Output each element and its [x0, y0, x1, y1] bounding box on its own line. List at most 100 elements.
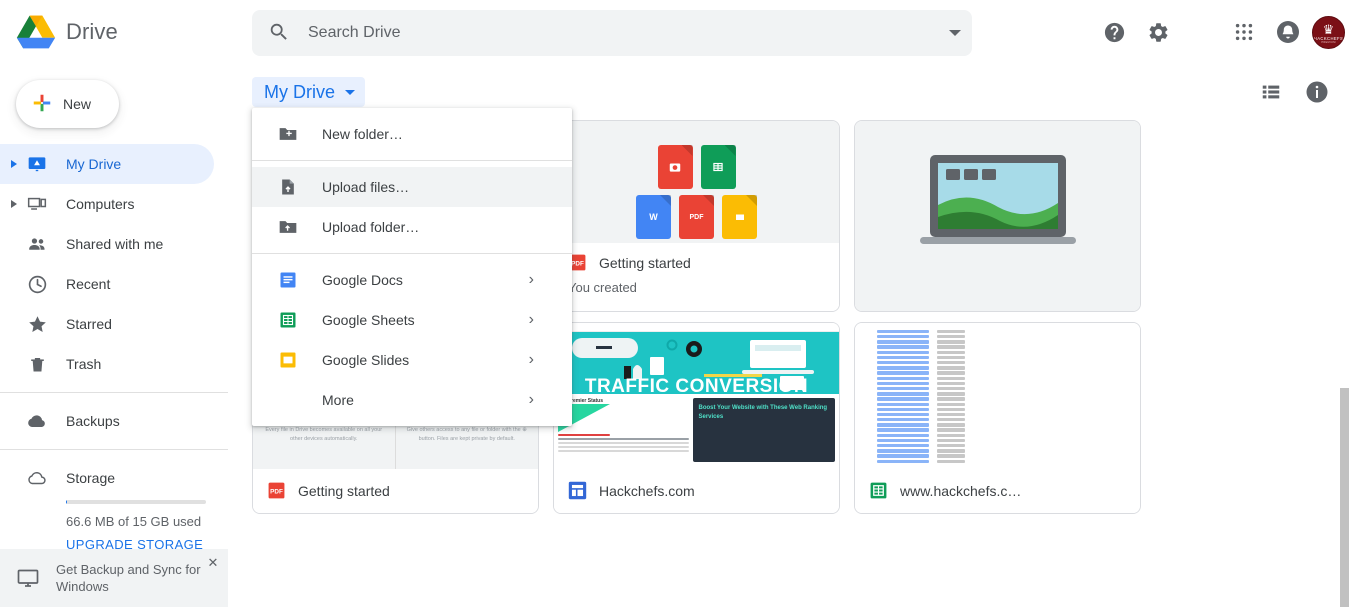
cloud-outline-icon	[24, 467, 50, 489]
google-apps-button[interactable]	[1224, 12, 1264, 52]
sidebar-item-backups[interactable]: Backups	[0, 401, 214, 441]
spreadsheet-link-cell	[877, 329, 929, 334]
spreadsheet-date-cell	[937, 412, 965, 417]
sidebar-item-my-drive[interactable]: My Drive	[0, 144, 214, 184]
new-button-label: New	[63, 96, 92, 112]
sidebar-item-computers[interactable]: Computers	[0, 184, 214, 224]
spreadsheet-link-cell	[877, 376, 929, 380]
file-card[interactable]: TRAFFIC CONVERSION Get Premier Status Bo…	[553, 322, 840, 514]
menu-item-upload-folder[interactable]: Upload folder…	[252, 207, 572, 247]
spreadsheet-link-cell	[877, 449, 929, 453]
sidebar-divider-1	[0, 392, 228, 393]
file-card-footer: PDF Getting started	[253, 469, 538, 513]
file-upload-icon	[276, 177, 300, 197]
scrollbar-thumb[interactable]	[1340, 388, 1349, 607]
sidebar-item-storage[interactable]: Storage	[0, 458, 214, 498]
settings-button[interactable]	[1138, 12, 1178, 52]
brand-title: Drive	[66, 19, 118, 44]
expand-arrow-icon[interactable]	[4, 200, 24, 208]
thumb-line	[558, 446, 689, 448]
spreadsheet-link-cell	[877, 454, 929, 458]
spreadsheet-link-cell	[877, 412, 929, 417]
pdf-icon: PDF	[267, 481, 286, 500]
menu-item-label: Google Sheets	[322, 312, 415, 328]
plus-icon	[31, 92, 53, 117]
spreadsheet-link-cell	[877, 423, 929, 427]
search-bar[interactable]	[252, 10, 972, 56]
close-icon[interactable]: ✕	[205, 554, 221, 570]
main-scrollbar[interactable]	[1338, 64, 1353, 607]
google-sheets-icon	[869, 481, 888, 500]
spreadsheet-link-cell	[877, 340, 929, 344]
menu-item-more[interactable]: More ›	[252, 380, 572, 420]
file-name: Hackchefs.com	[599, 482, 695, 499]
search-input[interactable]	[308, 24, 938, 42]
chevron-right-icon: ›	[528, 271, 534, 288]
thumb-left-col: Get Premier Status	[558, 398, 689, 462]
list-view-button[interactable]	[1251, 72, 1291, 112]
storage-progress-bar	[66, 500, 206, 504]
menu-item-google-slides[interactable]: Google Slides ›	[252, 340, 572, 380]
menu-item-google-sheets[interactable]: Google Sheets ›	[252, 300, 572, 340]
spreadsheet-link-cell	[877, 366, 929, 370]
sidebar-item-starred[interactable]: Starred	[0, 304, 214, 344]
file-subtitle: You created	[568, 280, 637, 295]
breadcrumb-my-drive[interactable]: My Drive	[252, 77, 365, 107]
spreadsheet-date-cell	[937, 340, 965, 344]
sidebar-item-shared-with-me[interactable]: Shared with me	[0, 224, 214, 264]
file-card[interactable]: W PDF PDF Getting started You created	[553, 120, 840, 312]
file-card[interactable]	[854, 120, 1141, 312]
new-button[interactable]: New	[16, 80, 119, 128]
spreadsheet-date-cell	[937, 366, 965, 370]
sidebar-item-trash[interactable]: Trash	[0, 344, 214, 384]
search-options-button[interactable]	[938, 10, 972, 56]
spreadsheet-link-list	[855, 323, 1140, 471]
menu-item-google-docs[interactable]: Google Docs ›	[252, 260, 572, 300]
avatar[interactable]: ♛ HACKCHEFS PREMIUM	[1312, 15, 1345, 49]
sidebar-divider-2	[0, 449, 228, 450]
expand-arrow-icon[interactable]	[4, 160, 24, 168]
laptop-illustration	[855, 121, 1140, 311]
notifications-button[interactable]	[1268, 12, 1308, 52]
sidebar-item-label: Trash	[66, 356, 102, 372]
details-button[interactable]	[1297, 72, 1337, 112]
spreadsheet-date-cell	[937, 423, 965, 427]
spreadsheet-date-cell	[937, 355, 965, 360]
backup-sync-promo[interactable]: Get Backup and Sync for Windows ✕	[0, 549, 228, 607]
my-drive-icon	[24, 154, 50, 174]
file-card[interactable]: www.hackchefs.c…	[854, 322, 1141, 514]
spreadsheet-date-cell	[937, 449, 965, 453]
monitor-icon	[0, 566, 56, 590]
spreadsheet-link-cell	[877, 386, 929, 391]
menu-item-upload-files[interactable]: Upload files…	[252, 167, 572, 207]
spreadsheet-link-cell	[877, 428, 929, 432]
spreadsheet-link-cell	[877, 361, 929, 365]
file-name: Getting started	[298, 482, 390, 499]
drive-brand[interactable]: Drive	[0, 0, 228, 64]
file-title-row: PDF Getting started	[568, 253, 839, 272]
file-name: www.hackchefs.c…	[900, 482, 1022, 499]
storage-block: 66.6 MB of 15 GB used UPGRADE STORAGE	[0, 500, 228, 554]
sidebar-item-label: Shared with me	[66, 236, 164, 252]
spreadsheet-date-cell	[937, 397, 965, 401]
spreadsheet-row	[877, 459, 1140, 464]
sidebar-item-label: Computers	[66, 196, 135, 212]
sidebar-item-recent[interactable]: Recent	[0, 264, 214, 304]
word-doc-icon: W	[636, 195, 671, 239]
google-drive-logo	[16, 14, 56, 50]
chevron-right-icon: ›	[528, 351, 534, 368]
breadcrumb-label: My Drive	[264, 81, 335, 102]
spreadsheet-link-cell	[877, 407, 929, 412]
google-slides-icon	[276, 351, 300, 369]
menu-item-label: Upload folder…	[322, 219, 420, 235]
spreadsheet-link-cell	[877, 345, 929, 349]
trash-icon	[24, 354, 50, 375]
support-button[interactable]	[1094, 12, 1134, 52]
menu-item-new-folder[interactable]: New folder…	[252, 114, 572, 154]
file-name: Getting started	[599, 254, 691, 271]
spreadsheet-date-cell	[937, 392, 965, 396]
menu-divider	[252, 253, 572, 254]
spreadsheet-date-cell	[937, 438, 965, 443]
spreadsheet-link-cell	[877, 444, 929, 448]
spreadsheet-date-cell	[937, 454, 965, 458]
